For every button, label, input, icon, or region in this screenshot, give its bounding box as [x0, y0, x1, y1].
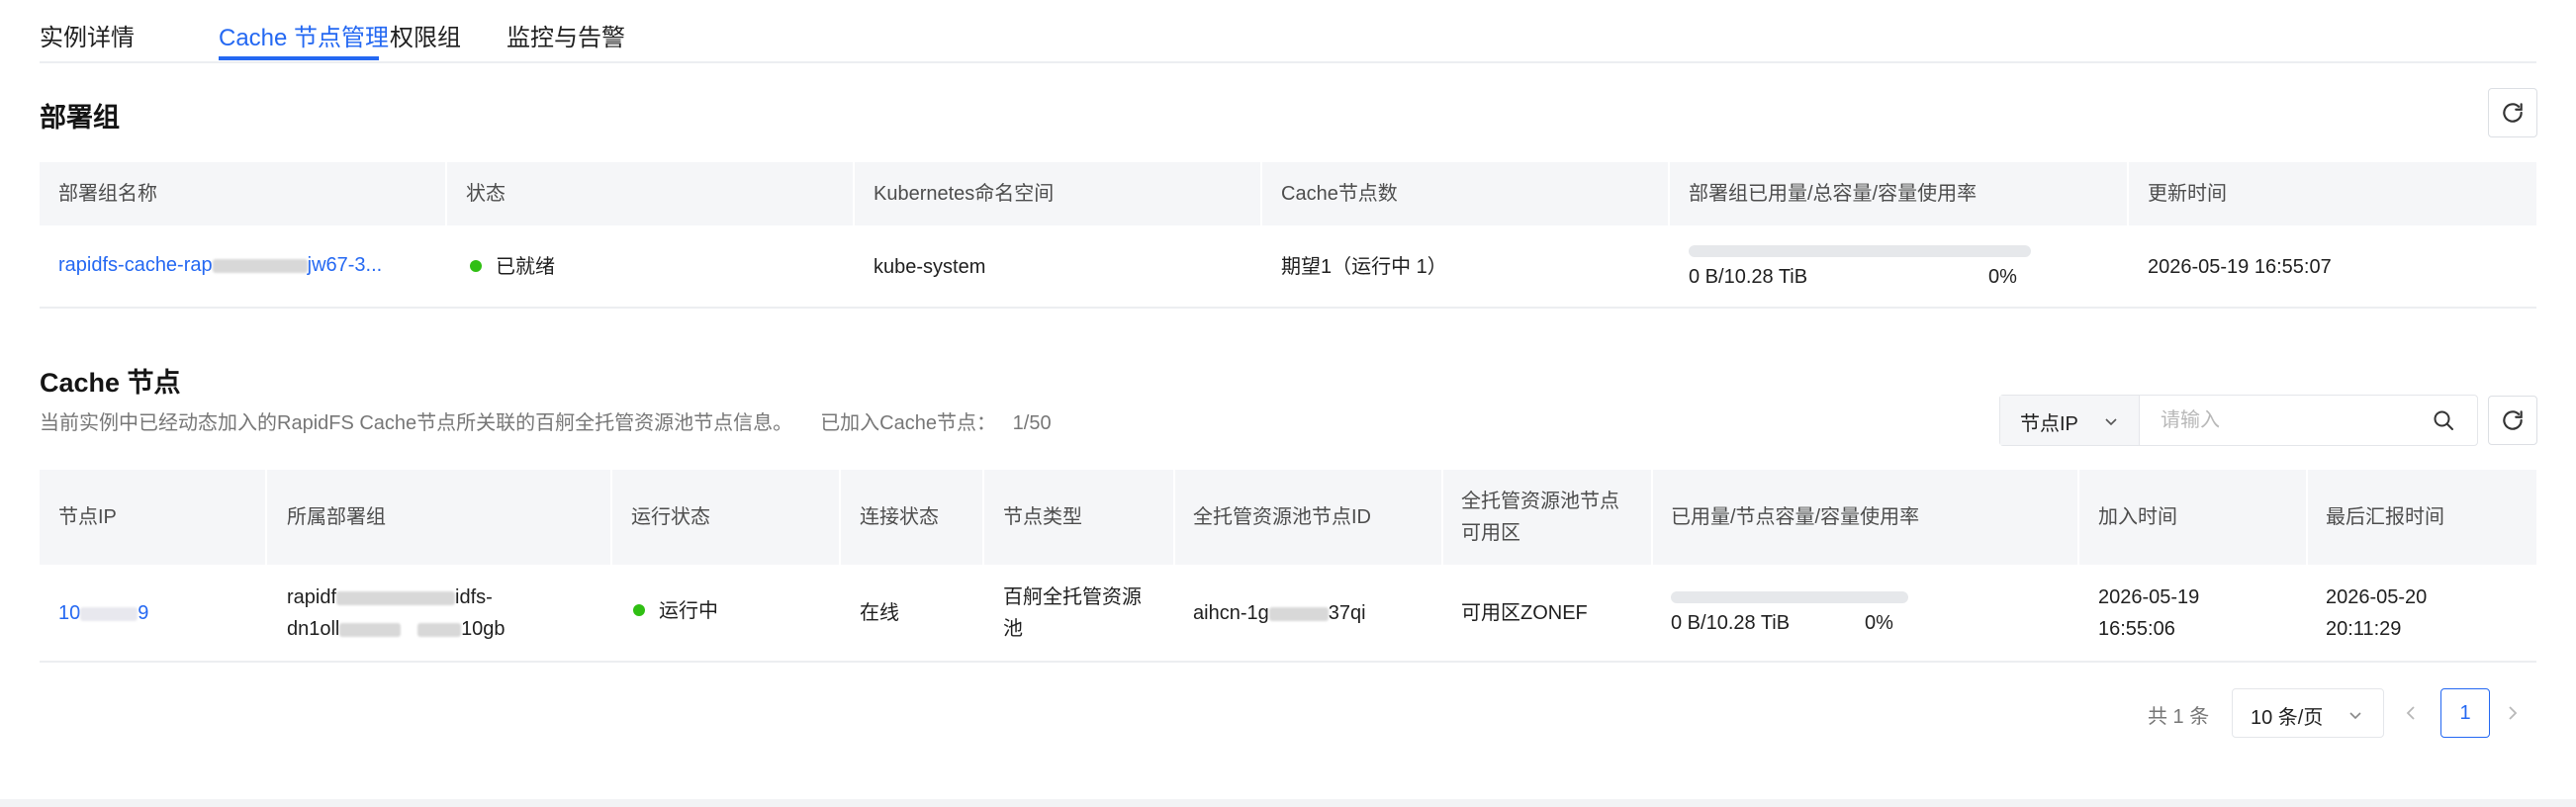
tab-monitoring-alerts[interactable]: 监控与告警 [506, 18, 625, 52]
node-usage-percent: 0% [1865, 612, 1893, 634]
cache-nodes-description: 当前实例中已经动态加入的RapidFS Cache节点所关联的百舸全托管资源池节… [40, 412, 1052, 434]
column-header: 加入时间 [2098, 506, 2177, 528]
column-header: 状态 [466, 183, 506, 205]
column-header: 部署组名称 [58, 183, 157, 205]
node-type: 百舸全托管资源池 [1003, 586, 1142, 640]
page-size-select[interactable]: 10 条/页 [2232, 688, 2384, 738]
node-connection-status: 在线 [860, 602, 899, 624]
column-header: 全托管资源池节点ID [1193, 506, 1371, 528]
filter-field-select[interactable]: 节点IP [2000, 396, 2140, 445]
column-header: 全托管资源池节点 [1461, 491, 1619, 512]
pagination-total: 共 1 条 [2148, 706, 2210, 728]
column-header: 最后汇报时间 [2326, 506, 2444, 528]
tab-bar: 实例详情 Cache 节点管理 权限组 监控与告警 [40, 0, 2536, 63]
cache-nodes-refresh-button[interactable] [2488, 396, 2537, 445]
tab-instance-details[interactable]: 实例详情 [40, 18, 135, 52]
column-header: 更新时间 [2148, 183, 2227, 205]
deploy-group-refresh-button[interactable] [2488, 88, 2537, 137]
node-last-report-time: 2026-05-20 20:11:29 [2326, 586, 2428, 640]
deploy-group-usage-bar [1689, 245, 2031, 257]
column-header: Kubernetes命名空间 [874, 183, 1055, 205]
column-header: 运行状态 [631, 506, 710, 528]
cache-nodes-table-header: 节点IP 所属部署组 运行状态 连接状态 节点类型 全托管资源池节点ID 全托管… [40, 470, 2536, 565]
deploy-group-namespace: kube-system [874, 256, 986, 278]
column-header: 节点IP [58, 506, 117, 528]
search-input[interactable] [2159, 404, 2420, 437]
pool-zone: 可用区ZONEF [1461, 602, 1588, 624]
active-tab-indicator [219, 56, 379, 60]
node-search-filter: 节点IP [1999, 395, 2478, 446]
status-dot [633, 603, 645, 616]
chevron-left-icon[interactable] [2401, 703, 2421, 723]
search-icon[interactable] [2432, 408, 2455, 432]
tab-permission-groups[interactable]: 权限组 [390, 18, 461, 52]
deploy-group-status: 已就绪 [470, 251, 555, 283]
status-dot [470, 259, 482, 272]
column-header: 已用量/节点容量/容量使用率 [1671, 506, 1920, 528]
deploy-group-table-header: 部署组名称 状态 Kubernetes命名空间 Cache节点数 部署组已用量/… [40, 162, 2536, 225]
chevron-down-icon [2349, 712, 2361, 720]
page: 实例详情 Cache 节点管理 权限组 监控与告警 部署组 部署组名称 状态 K… [0, 0, 2576, 799]
chevron-right-icon[interactable] [2503, 703, 2523, 723]
refresh-icon [2503, 410, 2523, 430]
node-ip-link[interactable]: 10 9 [58, 597, 148, 629]
column-header: 节点类型 [1003, 506, 1082, 528]
cache-nodes-title: Cache 节点 [40, 368, 181, 398]
node-usage-bar [1671, 591, 1908, 603]
deploy-group-usage-percent: 0% [1988, 266, 2017, 288]
column-header: 所属部署组 [287, 506, 386, 528]
deploy-group-name-link[interactable]: rapidfs-cache-rap jw67-3... [58, 249, 382, 281]
tab-cache-node-management[interactable]: Cache 节点管理 [219, 18, 389, 52]
column-header: 连接状态 [860, 506, 939, 528]
column-header: 部署组已用量/总容量/容量使用率 [1689, 183, 1978, 205]
node-deploy-group: rapidf idfs-dn1oll 10gb [287, 586, 506, 640]
node-run-status: 运行中 [633, 595, 718, 627]
divider [40, 307, 2536, 309]
joined-count: 1/50 [1012, 412, 1052, 434]
deploy-group-title: 部署组 [40, 103, 120, 133]
divider [40, 661, 2536, 663]
page-number-button[interactable]: 1 [2440, 688, 2490, 738]
column-header: 可用区 [1461, 522, 1520, 544]
pool-node-id: aihcn-1g 37qi [1193, 602, 1366, 624]
refresh-icon [2503, 103, 2523, 123]
node-usage-text: 0 B/10.28 TiB [1671, 612, 1791, 634]
column-header: Cache节点数 [1281, 183, 1398, 205]
deploy-group-updated-time: 2026-05-19 16:55:07 [2148, 256, 2332, 278]
chevron-down-icon [2105, 418, 2117, 426]
deploy-group-node-count: 期望1（运行中 1） [1281, 256, 1447, 278]
deploy-group-usage-text: 0 B/10.28 TiB [1689, 266, 1808, 288]
node-join-time: 2026-05-19 16:55:06 [2098, 586, 2200, 640]
